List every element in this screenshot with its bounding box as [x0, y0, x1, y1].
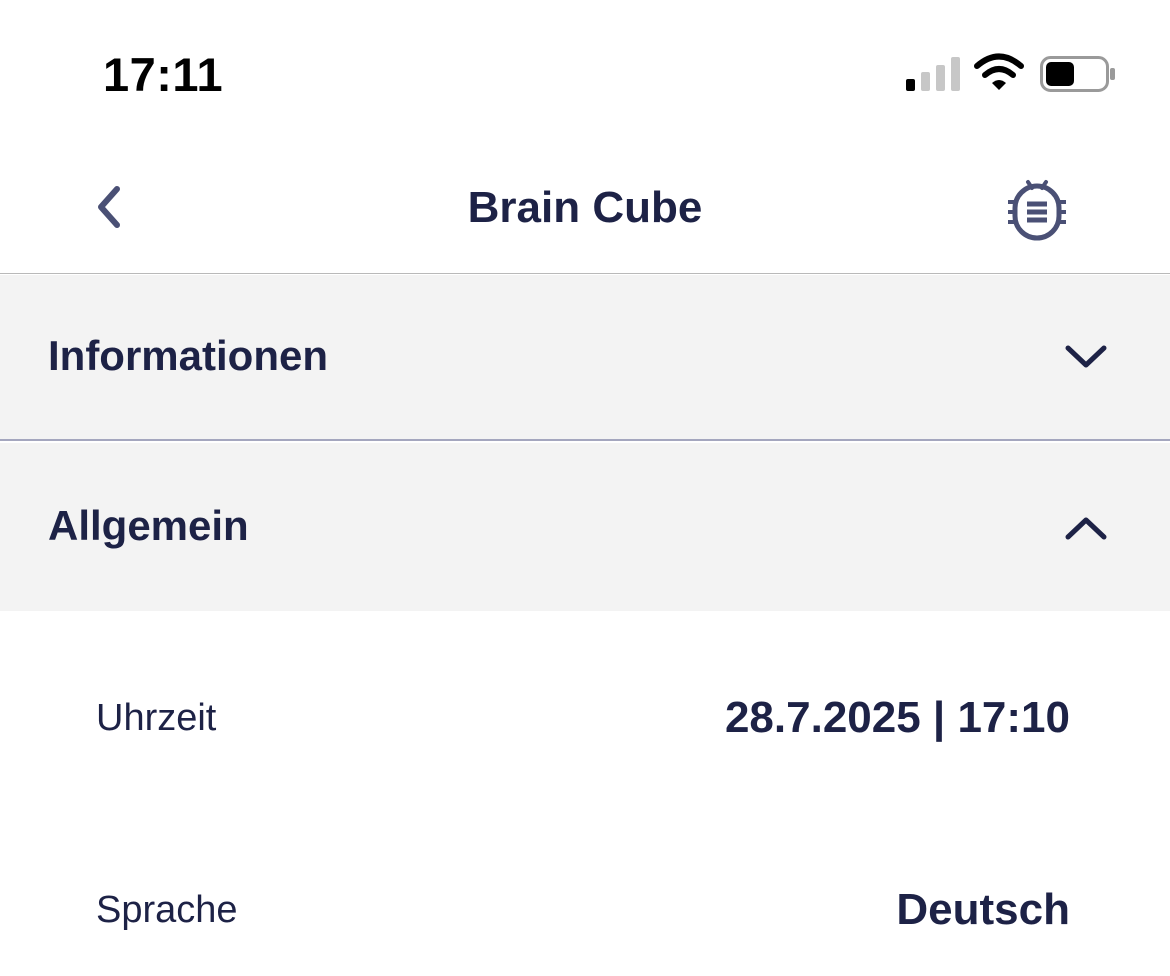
setting-row-time: Uhrzeit 28.7.2025 | 17:10	[0, 668, 1170, 768]
setting-value-time: 28.7.2025 | 17:10	[724, 693, 1070, 742]
chevron-up-icon	[1065, 517, 1107, 540]
wifi-icon	[974, 53, 1024, 90]
bug-report-button[interactable]	[1004, 176, 1070, 242]
bug-icon	[1008, 180, 1066, 241]
setting-row-language[interactable]: Sprache Deutsch	[0, 860, 1170, 960]
section-title-allgemein: Allgemein	[48, 502, 249, 549]
nav-bar: Brain Cube	[0, 140, 1170, 274]
section-informationen[interactable]: Informationen	[0, 275, 1170, 441]
battery-icon	[1040, 56, 1115, 92]
chevron-left-icon	[98, 186, 120, 228]
back-button[interactable]	[84, 180, 134, 234]
setting-label-time: Uhrzeit	[96, 697, 217, 739]
setting-value-language: Deutsch	[896, 885, 1070, 934]
cellular-signal-icon	[906, 57, 960, 91]
setting-label-language: Sprache	[96, 889, 238, 931]
chevron-down-icon	[1065, 345, 1107, 368]
status-time: 17:11	[103, 48, 224, 101]
section-allgemein[interactable]: Allgemein	[0, 443, 1170, 611]
page-title: Brain Cube	[467, 183, 703, 232]
section-title-informationen: Informationen	[48, 332, 328, 379]
status-bar: 17:11	[0, 0, 1170, 140]
